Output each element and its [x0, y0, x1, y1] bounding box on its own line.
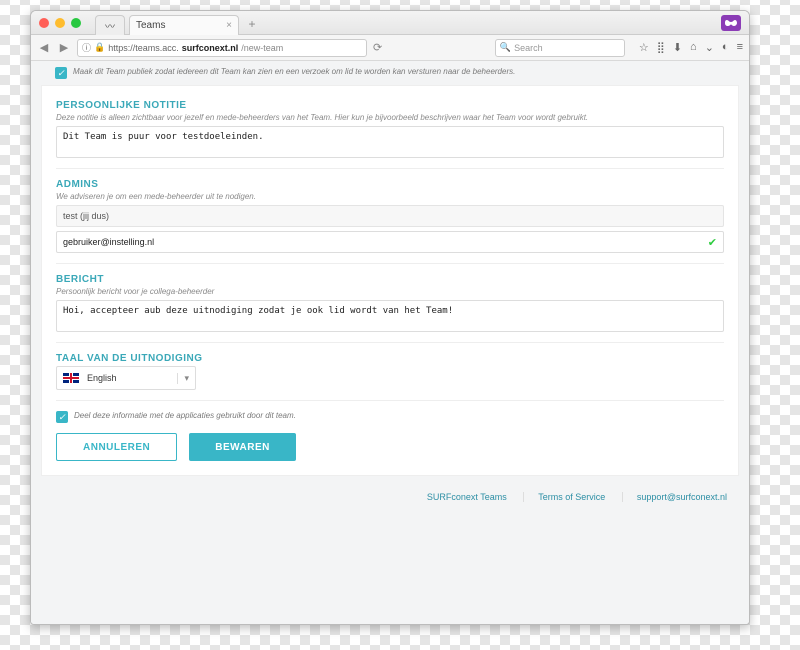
divider — [56, 400, 724, 401]
public-team-checkbox[interactable]: ✓ — [55, 67, 67, 79]
admins-hint: We adviseren je om een mede-beheerder ui… — [56, 192, 724, 201]
share-checkbox[interactable]: ✓ — [56, 411, 68, 423]
toolbar-icons: ☆ ⣿ ⬇ ⌂ ⌄ ◐ ≡ — [639, 41, 743, 54]
language-selected: English — [87, 373, 117, 383]
divider — [56, 263, 724, 264]
reload-button[interactable]: ⟳ — [373, 41, 382, 54]
url-prefix: https://teams.acc. — [108, 43, 179, 53]
note-textarea[interactable]: Dit Team is puur voor testdoeleinden. — [56, 126, 724, 158]
address-bar[interactable]: ⓘ 🔒 https://teams.acc.surfconext.nl/new-… — [77, 39, 367, 57]
message-title: BERICHT — [56, 274, 724, 285]
divider — [56, 342, 724, 343]
toolbar: ◀ ▶ ⓘ 🔒 https://teams.acc.surfconext.nl/… — [31, 35, 749, 61]
lang-title: TAAL VAN DE UITNODIGING — [56, 353, 724, 364]
mask-icon — [725, 18, 737, 28]
tab-strip: 〰 Teams × + — [95, 11, 261, 35]
download-icon[interactable]: ⬇ — [673, 41, 682, 54]
info-icon: ⓘ — [82, 41, 91, 54]
message-hint: Persoonlijk bericht voor je collega-behe… — [56, 287, 724, 296]
footer-app-link[interactable]: SURFconext Teams — [427, 492, 507, 502]
button-row: ANNULEREN BEWAREN — [56, 433, 724, 461]
share-check-row: ✓ Deel deze informatie met de applicatie… — [56, 411, 724, 423]
url-host: surfconext.nl — [182, 43, 239, 53]
minimize-window-button[interactable] — [55, 18, 65, 28]
shield-icon[interactable]: ◐ — [722, 41, 729, 54]
public-team-label: Maak dit Team publiek zodat iedereen dit… — [73, 67, 515, 76]
page-content: ✓ Maak dit Team publiek zodat iedereen d… — [31, 61, 749, 624]
search-icon: 🔍 — [500, 42, 511, 53]
public-team-check-row: ✓ Maak dit Team publiek zodat iedereen d… — [31, 61, 749, 85]
close-window-button[interactable] — [39, 18, 49, 28]
valid-check-icon: ✔ — [708, 236, 717, 249]
url-path: /new-team — [241, 43, 283, 53]
language-select[interactable]: English ▾ — [56, 366, 196, 390]
close-tab-icon[interactable]: × — [226, 20, 232, 31]
menu-icon[interactable]: ≡ — [737, 41, 743, 54]
admin-invitee-input[interactable]: gebruiker@instelling.nl ✔ — [56, 231, 724, 253]
home-icon[interactable]: ⌂ — [690, 41, 697, 54]
footer: SURFconext Teams Terms of Service suppor… — [31, 484, 749, 510]
divider — [56, 168, 724, 169]
uk-flag-icon — [63, 373, 79, 383]
search-placeholder: Search — [514, 43, 543, 53]
pocket-icon[interactable]: ⌄ — [705, 41, 714, 54]
admins-title: ADMINS — [56, 179, 724, 190]
admin-self-row: test (jij dus) — [56, 205, 724, 227]
window-controls — [39, 18, 81, 28]
titlebar: 〰 Teams × + — [31, 11, 749, 35]
lock-icon: 🔒 — [94, 42, 105, 53]
browser-window: 〰 Teams × + ◀ ▶ ⓘ 🔒 https://teams.acc.su… — [30, 10, 750, 625]
zoom-window-button[interactable] — [71, 18, 81, 28]
message-textarea[interactable]: Hoi, accepteer aub deze uitnodiging zoda… — [56, 300, 724, 332]
admin-invitee-value: gebruiker@instelling.nl — [63, 237, 154, 247]
chevron-down-icon: ▾ — [177, 373, 189, 384]
back-button[interactable]: ◀ — [37, 41, 51, 54]
note-title: PERSOONLIJKE NOTITIE — [56, 100, 724, 111]
save-button[interactable]: BEWAREN — [189, 433, 296, 461]
note-hint: Deze notitie is alleen zichtbaar voor je… — [56, 113, 724, 122]
extension-badge[interactable] — [721, 15, 741, 31]
library-icon[interactable]: ⣿ — [657, 41, 665, 54]
tab-label: Teams — [136, 20, 165, 31]
search-box[interactable]: 🔍 Search — [495, 39, 625, 57]
forward-button[interactable]: ▶ — [57, 41, 71, 54]
pinned-tab[interactable]: 〰 — [95, 15, 125, 35]
cancel-button[interactable]: ANNULEREN — [56, 433, 177, 461]
new-tab-button[interactable]: + — [243, 17, 261, 35]
tab-teams[interactable]: Teams × — [129, 15, 239, 35]
footer-tos-link[interactable]: Terms of Service — [523, 492, 605, 502]
footer-support-link[interactable]: support@surfconext.nl — [622, 492, 727, 502]
share-label: Deel deze informatie met de applicaties … — [74, 411, 296, 420]
form-card: PERSOONLIJKE NOTITIE Deze notitie is all… — [41, 85, 739, 476]
bookmark-icon[interactable]: ☆ — [639, 41, 649, 54]
